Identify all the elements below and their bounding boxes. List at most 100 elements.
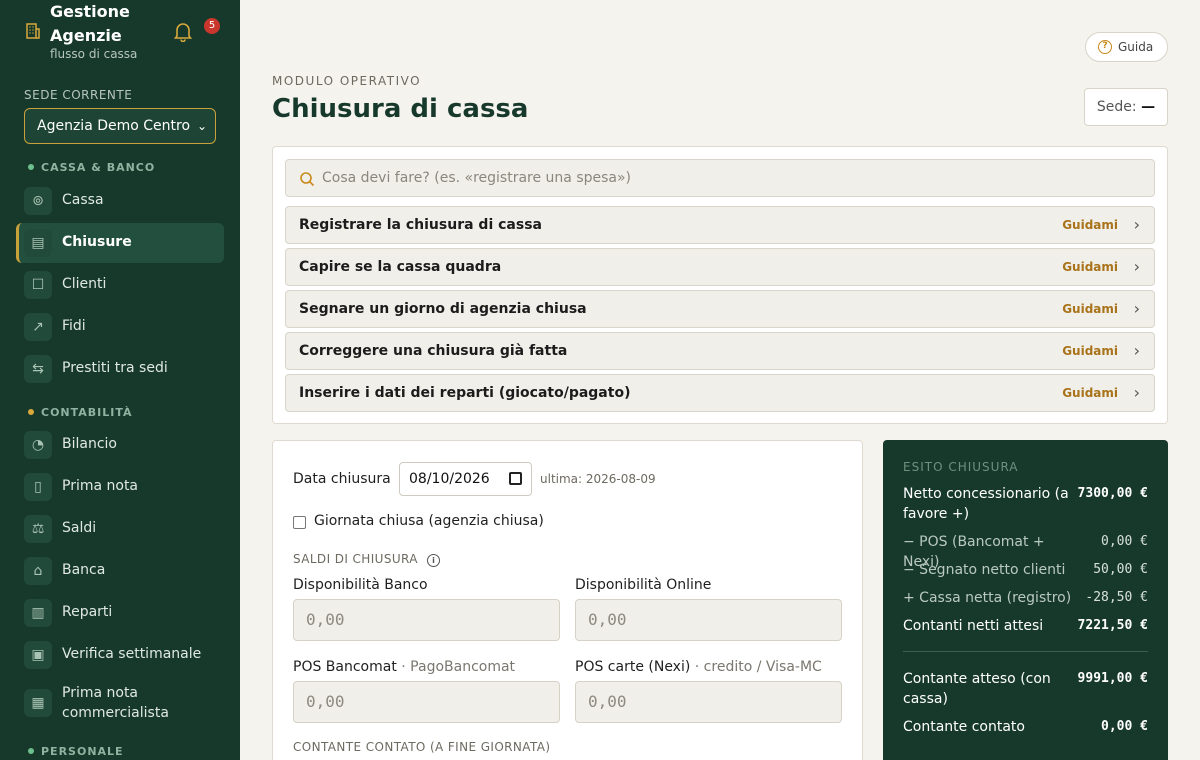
- sede-select[interactable]: Agenzia Demo Centro ⌄: [24, 108, 216, 144]
- esito-value: 0,00 €: [1101, 719, 1148, 734]
- date-label: Data chiusura: [293, 471, 391, 487]
- sidebar-item-label: Prestiti tra sedi: [62, 360, 168, 376]
- guide-panel: Registrare la chiusura di cassa Guidami …: [272, 146, 1168, 424]
- sidebar-item-label: Bilancio: [62, 436, 117, 452]
- sidebar-item-label: Reparti: [62, 604, 113, 620]
- closed-day-checkbox[interactable]: [293, 516, 306, 529]
- esito-value: 9991,00 €: [1077, 671, 1148, 686]
- esito-panel: ESITO CHIUSURA Netto concessionario (a f…: [883, 440, 1168, 760]
- sidebar-item-label: Chiusure: [62, 234, 132, 250]
- search-input[interactable]: [322, 160, 1142, 196]
- guide-row[interactable]: Inserire i dati dei reparti (giocato/pag…: [285, 374, 1155, 412]
- online-input[interactable]: 0,00: [575, 599, 842, 641]
- guide-row[interactable]: Correggere una chiusura già fatta Guidam…: [285, 332, 1155, 370]
- esito-value: 0,00 €: [1101, 534, 1148, 549]
- chevron-right-icon: ›: [1133, 257, 1140, 276]
- document-icon: ▦: [24, 689, 52, 717]
- pie-icon: ◔: [24, 431, 52, 459]
- sede-select-value: Agenzia Demo Centro: [37, 118, 191, 134]
- sidebar-item-label: Prima nota commercialista: [62, 685, 169, 721]
- help-icon: ?: [1098, 40, 1112, 54]
- sidebar-item-chiusure[interactable]: ▤ Chiusure: [16, 223, 224, 263]
- guide-row[interactable]: Capire se la cassa quadra Guidami ›: [285, 248, 1155, 286]
- nexi-input[interactable]: 0,00: [575, 681, 842, 723]
- online-label: Disponibilità Online: [575, 577, 712, 593]
- guide-row-label: Registrare la chiusura di cassa: [299, 217, 542, 233]
- sidebar-item-cassa[interactable]: ⊚ Cassa: [16, 181, 224, 221]
- esito-value: 7221,50 €: [1077, 618, 1148, 633]
- section-contabilita: CONTABILITÀ: [28, 406, 133, 419]
- guide-row[interactable]: Segnare un giorno di agenzia chiusa Guid…: [285, 290, 1155, 328]
- guide-row[interactable]: Registrare la chiusura di cassa Guidami …: [285, 206, 1155, 244]
- chevron-right-icon: ›: [1133, 341, 1140, 360]
- closed-day-label: Giornata chiusa (agenzia chiusa): [314, 513, 544, 529]
- info-icon[interactable]: i: [427, 554, 440, 567]
- guidami-link: Guidami: [1062, 386, 1118, 400]
- esito-value: 7300,00 €: [1077, 486, 1148, 501]
- book-icon: ▯: [24, 473, 52, 501]
- transfer-icon: ⇆: [24, 355, 52, 383]
- sidebar-item-bilancio[interactable]: ◔ Bilancio: [16, 425, 224, 465]
- saldi-caption: SALDI DI CHIUSURA: [293, 552, 418, 566]
- contact-icon: ☐: [24, 271, 52, 299]
- guidami-link: Guidami: [1062, 218, 1118, 232]
- sidebar-item-banca[interactable]: ⌂ Banca: [16, 551, 224, 591]
- esito-label: Contante atteso (con cassa): [903, 671, 1051, 707]
- sidebar-item-label: Prima nota: [62, 478, 139, 494]
- scale-icon: ⚖: [24, 515, 52, 543]
- sidebar-item-clienti[interactable]: ☐ Clienti: [16, 265, 224, 305]
- chevron-right-icon: ›: [1133, 215, 1140, 234]
- calendar-icon: [509, 472, 522, 485]
- building-icon: [26, 23, 40, 39]
- page-kicker: MODULO OPERATIVO: [272, 74, 422, 88]
- date-input[interactable]: 08/10/2026: [399, 462, 532, 496]
- guide-row-label: Segnare un giorno di agenzia chiusa: [299, 301, 587, 317]
- brand-title: Gestione Agenzie: [50, 2, 130, 45]
- sidebar: Gestione Agenzie flusso di cassa 5 SEDE …: [0, 0, 240, 760]
- notification-badge: 5: [204, 18, 220, 34]
- sidebar-item-verifica[interactable]: ▣ Verifica settimanale: [16, 635, 224, 675]
- calendar-check-icon: ▣: [24, 641, 52, 669]
- esito-title: ESITO CHIUSURA: [903, 460, 1019, 474]
- chevron-right-icon: ›: [1133, 299, 1140, 318]
- guida-button[interactable]: ? Guida: [1085, 32, 1168, 62]
- guidami-link: Guidami: [1062, 344, 1118, 358]
- search-icon: [300, 172, 315, 187]
- sidebar-item-prima-nota-commercialista[interactable]: ▦ Prima nota commercialista: [16, 677, 224, 729]
- brand-subtitle: flusso di cassa: [50, 47, 138, 61]
- divider: [903, 651, 1148, 652]
- sidebar-item-label: Saldi: [62, 520, 97, 536]
- bank-icon: ⌂: [24, 557, 52, 585]
- sidebar-item-label: Banca: [62, 562, 106, 578]
- banco-label: Disponibilità Banco: [293, 577, 428, 593]
- contante-caption: CONTANTE CONTATO (A FINE GIORNATA): [293, 740, 551, 754]
- section-cassa-banco: CASSA & BANCO: [28, 161, 155, 174]
- page-title: Chiusura di cassa: [272, 94, 529, 124]
- guide-row-label: Correggere una chiusura già fatta: [299, 343, 568, 359]
- esito-label: + Cassa netta (registro): [903, 590, 1072, 606]
- last-date: ultima: 2026-08-09: [540, 472, 656, 486]
- guidami-link: Guidami: [1062, 260, 1118, 274]
- section-personale: PERSONALE: [28, 745, 124, 758]
- closing-form: Data chiusura 08/10/2026 ultima: 2026-08…: [272, 440, 863, 760]
- esito-label: − Segnato netto clienti: [903, 562, 1066, 578]
- guide-row-label: Inserire i dati dei reparti (giocato/pag…: [299, 385, 631, 401]
- sede-label: SEDE CORRENTE: [24, 88, 133, 102]
- sede-indicator: Sede: —: [1084, 88, 1168, 126]
- clipboard-icon: ▤: [24, 229, 52, 257]
- bar-chart-icon: ▥: [24, 599, 52, 627]
- esito-label: Netto concessionario (a favore +): [903, 486, 1069, 522]
- sidebar-item-fidi[interactable]: ↗ Fidi: [16, 307, 224, 347]
- sidebar-item-reparti[interactable]: ▥ Reparti: [16, 593, 224, 633]
- sidebar-item-prima-nota[interactable]: ▯ Prima nota: [16, 467, 224, 507]
- chevron-right-icon: ›: [1133, 383, 1140, 402]
- sidebar-item-saldi[interactable]: ⚖ Saldi: [16, 509, 224, 549]
- nexi-label: POS carte (Nexi) · credito / Visa-MC: [575, 659, 822, 675]
- guide-row-label: Capire se la cassa quadra: [299, 259, 502, 275]
- brand: Gestione Agenzie flusso di cassa: [24, 0, 224, 66]
- banco-input[interactable]: 0,00: [293, 599, 560, 641]
- pos-input[interactable]: 0,00: [293, 681, 560, 723]
- sidebar-item-label: Fidi: [62, 318, 86, 334]
- sidebar-item-prestiti[interactable]: ⇆ Prestiti tra sedi: [16, 349, 224, 389]
- bell-icon[interactable]: [172, 20, 194, 42]
